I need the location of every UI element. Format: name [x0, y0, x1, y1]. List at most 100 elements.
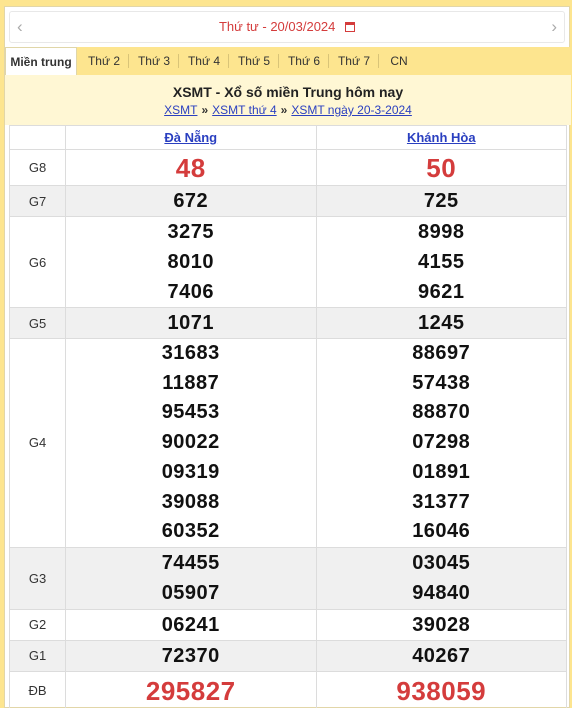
- table-row: G2 06241 39028: [9, 608, 567, 641]
- prize-number: 94840: [412, 582, 471, 605]
- tab-cn[interactable]: CN: [379, 47, 419, 75]
- header-blank: [9, 125, 66, 150]
- prize-number: 95453: [161, 401, 220, 424]
- tab-thu-7[interactable]: Thứ 7: [329, 47, 379, 75]
- chevron-right-icon[interactable]: ›: [551, 18, 557, 36]
- tab-thu-5[interactable]: Thứ 5: [229, 47, 279, 75]
- day-tabs: Miền trung Thứ 2 Thứ 3 Thứ 4 Thứ 5 Thứ 6…: [5, 47, 571, 75]
- prize-label: ĐB: [9, 670, 66, 708]
- prize-cell: 39028: [315, 608, 567, 641]
- tab-thu-2[interactable]: Thứ 2: [79, 47, 129, 75]
- breadcrumb-xsmt[interactable]: XSMT: [164, 103, 197, 117]
- header-province-1: Đà Nẵng: [65, 125, 317, 150]
- prize-number: 31683: [161, 342, 220, 364]
- prize-label: G1: [9, 639, 66, 672]
- prize-number: 48: [175, 152, 206, 183]
- prize-number: 1245: [418, 312, 465, 334]
- prize-number: 295827: [145, 675, 236, 706]
- prize-label: G2: [9, 608, 66, 641]
- prize-cell: 295827: [65, 670, 317, 708]
- calendar-icon[interactable]: [345, 22, 356, 32]
- prize-cell: 3275 8010 7406: [65, 216, 317, 308]
- prize-number: 672: [173, 190, 209, 212]
- breadcrumb-separator: »: [201, 103, 209, 117]
- prize-cell: 88697 57438 88870 07298 01891 31377 16046: [315, 338, 567, 548]
- prize-cell: 03045 94840: [315, 546, 567, 610]
- table-row: G7 672 725: [9, 185, 567, 217]
- prize-number: 40267: [412, 644, 471, 667]
- prize-cell: 672: [65, 185, 317, 217]
- breadcrumb-separator: »: [280, 103, 288, 117]
- prize-number: 16046: [412, 520, 471, 543]
- prize-cell: 1071: [65, 307, 317, 339]
- table-row: G5 1071 1245: [9, 307, 567, 339]
- prize-cell: 06241: [65, 608, 317, 641]
- prize-number: 8010: [167, 251, 214, 273]
- prize-number: 74455: [161, 552, 220, 575]
- breadcrumb-xsmt-date[interactable]: XSMT ngày 20-3-2024: [291, 103, 412, 117]
- breadcrumb-xsmt-thu-4[interactable]: XSMT thứ 4: [212, 103, 277, 117]
- prize-number: 90022: [161, 431, 220, 454]
- table-row: G6 3275 8010 7406 8998 4155 9621: [9, 216, 567, 308]
- prize-cell: 72370: [65, 639, 317, 672]
- date-picker[interactable]: ‹ Thứ tư - 20/03/2024 ›: [9, 11, 565, 43]
- date-display[interactable]: Thứ tư - 20/03/2024: [10, 19, 564, 34]
- prize-label: G6: [9, 216, 66, 308]
- prize-number: 1071: [167, 312, 214, 334]
- weekday-label: Thứ tư -: [218, 19, 267, 34]
- prize-number: 725: [423, 190, 459, 212]
- prize-number: 03045: [412, 552, 471, 575]
- results-card: ‹ Thứ tư - 20/03/2024 › Miền trung Thứ 2…: [4, 6, 571, 708]
- table-row: G3 74455 05907 03045 94840: [9, 546, 567, 610]
- prize-number: 01891: [412, 460, 471, 483]
- prize-number: 39088: [161, 490, 220, 513]
- prize-label: G5: [9, 307, 66, 339]
- prize-label: G7: [9, 185, 66, 217]
- prize-number: 60352: [161, 520, 220, 543]
- prize-number: 4155: [418, 251, 465, 273]
- prize-cell: 50: [315, 149, 567, 186]
- prize-label: G4: [9, 338, 66, 548]
- prize-number: 8998: [418, 221, 465, 243]
- prize-cell: 74455 05907: [65, 546, 317, 610]
- tab-thu-3[interactable]: Thứ 3: [129, 47, 179, 75]
- prize-cell: 40267: [315, 639, 567, 672]
- table-row: G1 72370 40267: [9, 639, 567, 672]
- prize-number: 07298: [412, 431, 471, 454]
- breadcrumb: XSMT» XSMT thứ 4» XSMT ngày 20-3-2024: [5, 103, 571, 117]
- prize-number: 06241: [161, 613, 220, 636]
- results-heading: XSMT - Xổ số miền Trung hôm nay XSMT» XSM…: [5, 75, 571, 125]
- prize-number: 72370: [161, 644, 220, 667]
- prize-number: 88697: [412, 342, 471, 364]
- table-row: G4 31683 11887 95453 90022 09319 39088 60352 886…: [9, 338, 567, 548]
- prize-number: 09319: [161, 460, 220, 483]
- prize-number: 3275: [167, 221, 214, 243]
- date-value: 20/03/2024: [270, 19, 336, 34]
- table-row: ĐB 295827 938059: [9, 670, 567, 708]
- page-title: XSMT - Xổ số miền Trung hôm nay: [172, 84, 404, 100]
- prize-cell: 1245: [315, 307, 567, 339]
- results-table: Đà Nẵng Khánh Hòa G8 48 50 G7 672 725 G6 3275 80…: [9, 125, 567, 708]
- tab-thu-4[interactable]: Thứ 4: [179, 47, 229, 75]
- province-link-da-nang[interactable]: Đà Nẵng: [164, 130, 217, 145]
- tab-thu-6[interactable]: Thứ 6: [279, 47, 329, 75]
- province-link-khanh-hoa[interactable]: Khánh Hòa: [407, 130, 476, 145]
- prize-number: 7406: [167, 281, 214, 303]
- prize-label: G3: [9, 546, 66, 610]
- prize-cell: 725: [315, 185, 567, 217]
- prize-number: 57438: [412, 371, 471, 394]
- prize-number: 31377: [412, 490, 471, 513]
- prize-number: 39028: [412, 613, 471, 636]
- prize-cell: 31683 11887 95453 90022 09319 39088 60352: [65, 338, 317, 548]
- header-province-2: Khánh Hòa: [315, 125, 567, 150]
- prize-label: G8: [9, 149, 66, 186]
- prize-cell: 8998 4155 9621: [315, 216, 567, 308]
- prize-cell: 48: [65, 149, 317, 186]
- prize-cell: 938059: [315, 670, 567, 708]
- prize-number: 05907: [161, 582, 220, 605]
- table-row: G8 48 50: [9, 149, 567, 186]
- tab-mien-trung[interactable]: Miền trung: [5, 47, 77, 75]
- prize-number: 88870: [412, 401, 471, 424]
- prize-number: 9621: [418, 281, 465, 303]
- prize-number: 938059: [396, 675, 487, 706]
